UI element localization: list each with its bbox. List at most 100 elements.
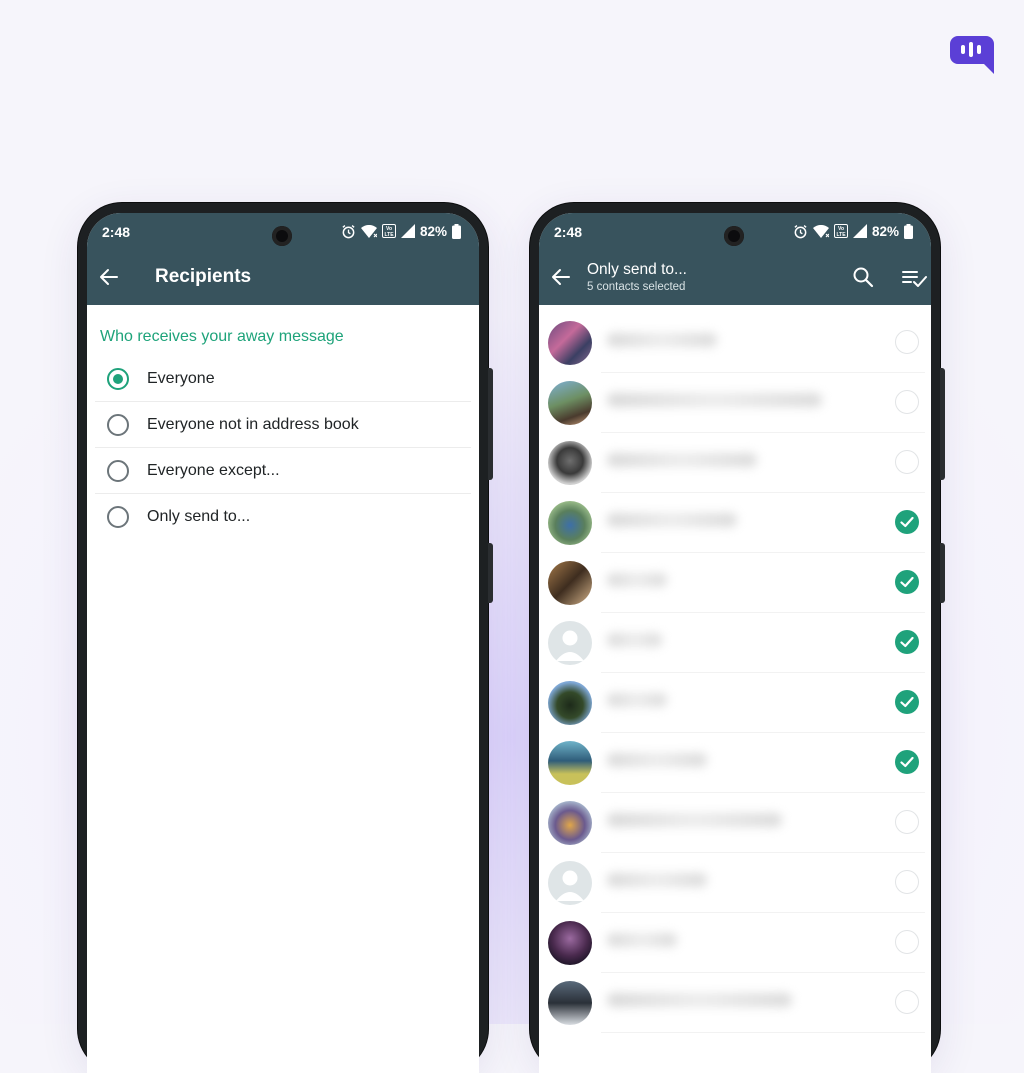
svg-text:LTE: LTE [384, 232, 394, 238]
contact-row[interactable] [539, 613, 931, 673]
wifi-icon [360, 224, 377, 238]
front-camera [272, 226, 292, 246]
checkmark-icon[interactable] [895, 570, 919, 594]
checkmark-icon[interactable] [895, 750, 919, 774]
avatar [548, 381, 592, 425]
avatar [548, 561, 592, 605]
radio-button[interactable] [107, 460, 129, 482]
avatar [548, 501, 592, 545]
contact-row[interactable] [539, 373, 931, 433]
radio-button[interactable] [107, 414, 129, 436]
page-title: Recipients [155, 266, 252, 287]
contact-name-blurred [607, 513, 737, 527]
contact-row[interactable] [539, 313, 931, 373]
status-time: 2:48 [102, 224, 131, 240]
contact-name-blurred [607, 633, 662, 647]
option-label: Everyone not in address book [147, 416, 359, 433]
app-bar: 2:48 Vo LTE 82% Recipients [87, 213, 479, 305]
battery-icon [452, 223, 461, 239]
contact-name-blurred [607, 933, 677, 947]
recipients-screen: 2:48 Vo LTE 82% Recipients Who receives y… [87, 213, 479, 1073]
contact-name-blurred [607, 453, 757, 467]
selected-count: 5 contacts selected [587, 281, 686, 293]
option-label: Only send to... [147, 508, 251, 525]
alarm-icon [342, 224, 355, 238]
radio-button[interactable] [107, 506, 129, 528]
unchecked-circle[interactable] [895, 990, 919, 1014]
contact-name-blurred [607, 573, 667, 587]
contact-name-blurred [607, 873, 707, 887]
option-only-send-to[interactable]: Only send to... [87, 494, 479, 540]
volte-icon: VoLTE [833, 224, 848, 238]
battery-percent: 82% [419, 223, 447, 239]
contact-name-blurred [607, 993, 792, 1007]
unchecked-circle[interactable] [895, 330, 919, 354]
battery-icon [904, 223, 913, 239]
volume-button [940, 368, 945, 480]
contact-row[interactable] [539, 433, 931, 493]
unchecked-circle[interactable] [895, 930, 919, 954]
signal-icon [400, 224, 415, 238]
checkmark-icon[interactable] [895, 630, 919, 654]
contact-row[interactable] [539, 913, 931, 973]
select-all-icon[interactable] [901, 267, 927, 289]
unchecked-circle[interactable] [895, 390, 919, 414]
avatar [548, 321, 592, 365]
contact-name-blurred [607, 333, 717, 347]
contact-row[interactable] [539, 673, 931, 733]
battery-percent: 82% [871, 223, 899, 239]
contact-row[interactable] [539, 493, 931, 553]
contact-row[interactable] [539, 553, 931, 613]
power-button [940, 543, 945, 603]
avatar [548, 921, 592, 965]
radio-button-selected[interactable] [107, 368, 129, 390]
avatar [548, 801, 592, 845]
option-label: Everyone [147, 370, 215, 387]
avatar [548, 981, 592, 1025]
option-everyone-not-in-address-book[interactable]: Everyone not in address book [87, 402, 479, 448]
alarm-icon [794, 224, 807, 238]
unchecked-circle[interactable] [895, 810, 919, 834]
contact-name-blurred [607, 813, 782, 827]
contact-name-blurred [607, 753, 707, 767]
contact-row[interactable] [539, 733, 931, 793]
status-bar: 2:48 Vo LTE 82% [539, 213, 931, 247]
avatar [548, 441, 592, 485]
option-everyone-except[interactable]: Everyone except... [87, 448, 479, 494]
option-label: Everyone except... [147, 462, 280, 479]
back-arrow-icon[interactable] [97, 265, 121, 289]
contact-row[interactable] [539, 853, 931, 913]
brand-logo-icon [950, 36, 994, 74]
contact-name-blurred [607, 693, 667, 707]
section-header: Who receives your away message [100, 328, 344, 345]
front-camera [724, 226, 744, 246]
search-icon[interactable] [851, 265, 875, 289]
signal-icon [852, 224, 867, 238]
volume-button [488, 368, 493, 480]
phone-only-send-to: 2:48 Vo LTE 82% Only send to... 5 contact… [530, 203, 945, 1073]
svg-text:LTE: LTE [836, 232, 846, 238]
volte-icon: VoLTE [381, 224, 396, 238]
checkmark-icon[interactable] [895, 510, 919, 534]
power-button [488, 543, 493, 603]
page-title: Only send to... [587, 261, 687, 278]
contact-row[interactable] [539, 973, 931, 1033]
status-bar: 2:48 Vo LTE 82% [87, 213, 479, 247]
app-bar: 2:48 Vo LTE 82% Only send to... 5 contact… [539, 213, 931, 305]
divider [601, 1032, 925, 1033]
avatar [548, 681, 592, 725]
unchecked-circle[interactable] [895, 450, 919, 474]
default-avatar-icon [548, 861, 592, 905]
avatar [548, 741, 592, 785]
default-avatar-icon [548, 621, 592, 665]
contact-picker-screen: 2:48 Vo LTE 82% Only send to... 5 contact… [539, 213, 931, 1073]
wifi-icon [812, 224, 829, 238]
unchecked-circle[interactable] [895, 870, 919, 894]
option-everyone[interactable]: Everyone [87, 356, 479, 402]
checkmark-icon[interactable] [895, 690, 919, 714]
status-time: 2:48 [554, 224, 583, 240]
phone-recipients: 2:48 Vo LTE 82% Recipients Who receives y… [78, 203, 493, 1073]
contact-row[interactable] [539, 793, 931, 853]
back-arrow-icon[interactable] [549, 265, 573, 289]
contact-name-blurred [607, 393, 822, 407]
